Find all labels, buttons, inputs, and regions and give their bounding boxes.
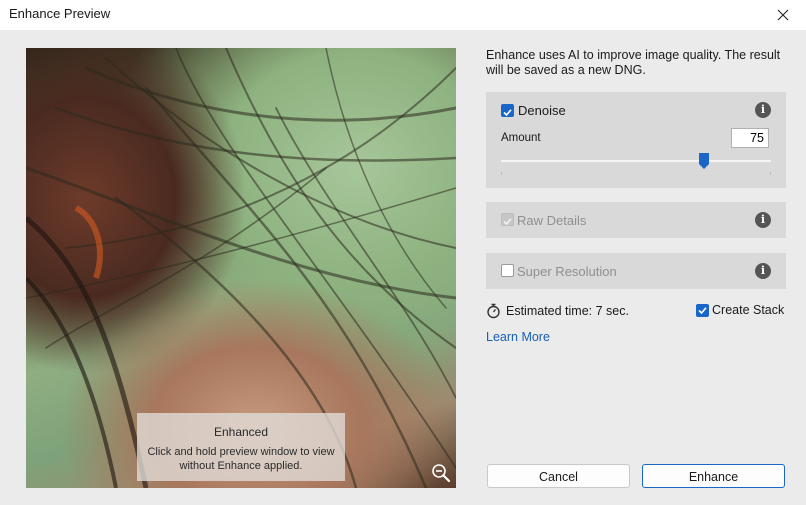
denoise-label: Denoise	[518, 103, 566, 118]
checkmark-icon	[503, 218, 512, 226]
create-stack-checkbox[interactable]	[696, 304, 709, 317]
amount-label: Amount	[501, 132, 541, 144]
overlay-subtitle: Click and hold preview window to view wi…	[147, 446, 335, 472]
raw-details-label: Raw Details	[517, 213, 587, 228]
overlay-title: Enhanced	[213, 425, 269, 439]
stopwatch-icon	[487, 303, 500, 319]
slider-thumb-icon	[698, 153, 709, 169]
enhance-preview-dialog: Enhance Preview Enhanced Click and hold …	[0, 0, 806, 505]
denoise-info-icon[interactable]: i	[755, 102, 771, 118]
close-button[interactable]	[760, 0, 806, 30]
title-bar: Enhance Preview	[0, 0, 806, 30]
amount-input[interactable]	[731, 128, 769, 148]
super-resolution-info-icon[interactable]: i	[755, 263, 771, 279]
zoom-out-icon	[432, 464, 451, 483]
checkmark-icon	[698, 307, 707, 315]
enhanced-overlay: Enhanced Click and hold preview window t…	[137, 413, 345, 481]
raw-details-info-icon[interactable]: i	[755, 212, 771, 228]
amount-slider[interactable]	[501, 160, 771, 162]
amount-slider-thumb[interactable]	[698, 153, 709, 169]
checkmark-icon	[503, 109, 512, 117]
close-icon	[777, 9, 789, 21]
raw-details-checkbox[interactable]	[501, 213, 514, 226]
slider-ticks	[501, 172, 771, 175]
super-resolution-panel: Super Resolution i	[486, 253, 786, 289]
super-resolution-label: Super Resolution	[517, 264, 617, 279]
denoise-panel: Denoise i Amount	[486, 92, 786, 188]
denoise-checkbox[interactable]	[501, 104, 514, 117]
zoom-button[interactable]	[430, 462, 452, 484]
learn-more-link[interactable]: Learn More	[486, 330, 550, 344]
raw-details-panel: Raw Details i	[486, 202, 786, 238]
cancel-button[interactable]: Cancel	[487, 464, 630, 488]
window-title: Enhance Preview	[9, 6, 111, 21]
estimate-text: Estimated time: 7 sec.	[506, 304, 629, 318]
create-stack-label: Create Stack	[712, 303, 785, 317]
preview-image[interactable]: Enhanced Click and hold preview window t…	[26, 48, 456, 488]
super-resolution-checkbox[interactable]	[501, 264, 514, 277]
enhance-button[interactable]: Enhance	[642, 464, 785, 488]
intro-text: Enhance uses AI to improve image quality…	[486, 48, 781, 77]
estimate-row: Estimated time: 7 sec.	[486, 303, 629, 319]
